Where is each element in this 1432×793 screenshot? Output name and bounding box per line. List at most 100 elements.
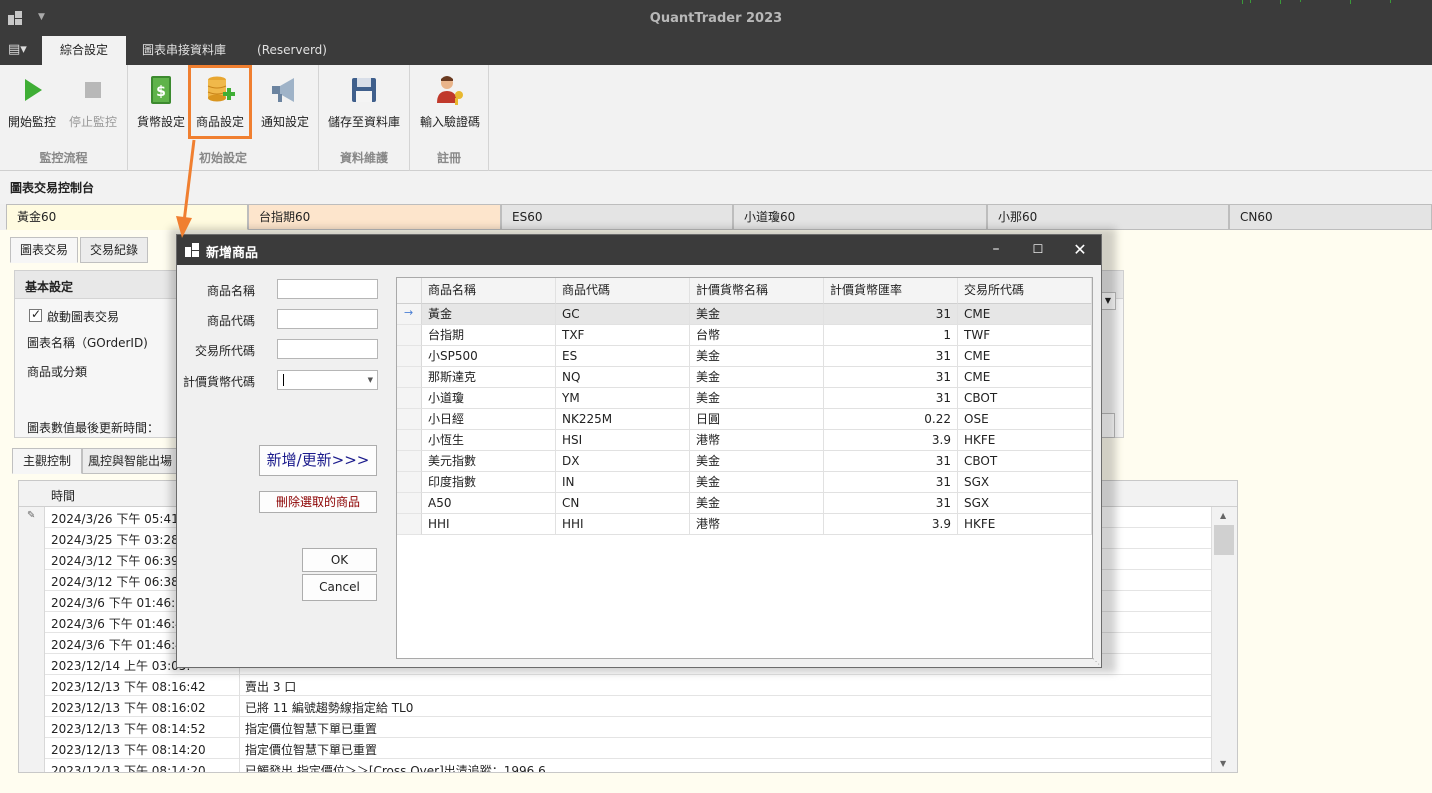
ok-button[interactable]: OK xyxy=(302,548,377,572)
product-row[interactable]: A50 CN 美金 31 SGX xyxy=(397,493,1092,514)
product-row[interactable]: 台指期 TXF 台幣 1 TWF xyxy=(397,325,1092,346)
cell-product-code[interactable]: IN xyxy=(556,472,690,493)
cell-currency-name[interactable]: 台幣 xyxy=(690,325,824,346)
chart-tab-dow[interactable]: 小道瓊60 xyxy=(733,204,987,230)
log-row[interactable]: 2023/12/13 下午 08:16:02 已將 11 編號趨勢線指定給 TL0 xyxy=(19,696,1211,717)
subtab-risk-control[interactable]: 風控與智能出場 xyxy=(82,448,178,474)
scroll-thumb[interactable] xyxy=(1214,525,1234,555)
resize-grip-icon[interactable]: ⋱ xyxy=(1092,657,1100,666)
cell-exchange-code[interactable]: OSE xyxy=(958,409,1092,430)
cell-product-name[interactable]: HHI xyxy=(422,514,556,535)
maximize-icon[interactable]: ☐ xyxy=(1017,235,1059,265)
chart-tab-cn[interactable]: CN60 xyxy=(1229,204,1432,230)
cell-currency-name[interactable]: 美金 xyxy=(690,388,824,409)
cell-product-name[interactable]: 小道瓊 xyxy=(422,388,556,409)
cell-exchange-rate[interactable]: 3.9 xyxy=(824,430,958,451)
product-row[interactable]: 小道瓊 YM 美金 31 CBOT xyxy=(397,388,1092,409)
cell-product-code[interactable]: DX xyxy=(556,451,690,472)
cell-exchange-rate[interactable]: 31 xyxy=(824,346,958,367)
enter-verification-code-button[interactable]: 輸入驗證碼 xyxy=(414,65,486,137)
col-header-exchange-code[interactable]: 交易所代碼 xyxy=(958,278,1092,304)
cell-exchange-rate[interactable]: 0.22 xyxy=(824,409,958,430)
tab-general-settings[interactable]: 綜合設定 xyxy=(42,36,126,65)
save-to-database-button[interactable]: 儲存至資料庫 xyxy=(323,65,405,137)
log-row[interactable]: 2023/12/13 下午 08:14:20 指定價位智慧下單已重置 xyxy=(19,738,1211,759)
cell-product-code[interactable]: GC xyxy=(556,304,690,325)
chart-tab-nasdaq[interactable]: 小那60 xyxy=(987,204,1229,230)
subtab-manual-control[interactable]: 主觀控制 xyxy=(12,448,82,474)
chart-tab-taiex[interactable]: 台指期60 xyxy=(248,204,501,230)
cell-product-name[interactable]: 黃金 xyxy=(422,304,556,325)
product-row[interactable]: 那斯達克 NQ 美金 31 CME xyxy=(397,367,1092,388)
cell-product-code[interactable]: YM xyxy=(556,388,690,409)
cell-product-code[interactable]: NQ xyxy=(556,367,690,388)
cell-exchange-code[interactable]: CBOT xyxy=(958,388,1092,409)
product-row[interactable]: 小恆生 HSI 港幣 3.9 HKFE xyxy=(397,430,1092,451)
cell-currency-name[interactable]: 港幣 xyxy=(690,514,824,535)
cell-exchange-code[interactable]: CME xyxy=(958,346,1092,367)
cell-product-name[interactable]: 那斯達克 xyxy=(422,367,556,388)
minimize-icon[interactable]: – xyxy=(975,235,1017,265)
start-monitor-button[interactable]: 開始監控 xyxy=(4,65,60,137)
chart-tab-es[interactable]: ES60 xyxy=(501,204,733,230)
stop-monitor-button[interactable]: 停止監控 xyxy=(64,65,122,137)
subtab-chart-trading[interactable]: 圖表交易 xyxy=(10,237,78,263)
chevron-down-icon[interactable]: ▼ xyxy=(368,376,373,384)
cell-currency-name[interactable]: 港幣 xyxy=(690,430,824,451)
cell-product-name[interactable]: 小恆生 xyxy=(422,430,556,451)
scroll-up-icon[interactable]: ▲ xyxy=(1220,511,1226,520)
cell-exchange-code[interactable]: HKFE xyxy=(958,430,1092,451)
cell-currency-name[interactable]: 日圓 xyxy=(690,409,824,430)
cell-exchange-rate[interactable]: 31 xyxy=(824,388,958,409)
tab-reserved[interactable]: (Reserverd) xyxy=(248,36,336,65)
product-row[interactable]: → 黃金 GC 美金 31 CME xyxy=(397,304,1092,325)
product-settings-button[interactable]: 商品設定 xyxy=(188,65,252,139)
cell-product-name[interactable]: 印度指數 xyxy=(422,472,556,493)
product-row[interactable]: HHI HHI 港幣 3.9 HKFE xyxy=(397,514,1092,535)
col-header-exchange-rate[interactable]: 計價貨幣匯率 xyxy=(824,278,958,304)
log-scrollbar[interactable]: ▲ ▼ xyxy=(1211,507,1237,772)
cell-exchange-rate[interactable]: 31 xyxy=(824,493,958,514)
notification-settings-button[interactable]: 通知設定 xyxy=(256,65,314,137)
exchange-code-input[interactable] xyxy=(277,339,378,359)
add-update-button[interactable]: 新增/更新>>> xyxy=(259,445,377,476)
cell-currency-name[interactable]: 美金 xyxy=(690,304,824,325)
chart-tab-gold[interactable]: 黃金60 xyxy=(6,204,248,230)
tab-chart-database[interactable]: 圖表串接資料庫 xyxy=(130,36,238,65)
cell-currency-name[interactable]: 美金 xyxy=(690,472,824,493)
currency-code-select[interactable]: ▼ xyxy=(277,370,378,390)
close-icon[interactable]: ✕ xyxy=(1059,235,1101,265)
product-row[interactable]: 印度指數 IN 美金 31 SGX xyxy=(397,472,1092,493)
cell-exchange-rate[interactable]: 31 xyxy=(824,304,958,325)
cell-currency-name[interactable]: 美金 xyxy=(690,451,824,472)
cell-product-code[interactable]: TXF xyxy=(556,325,690,346)
product-row[interactable]: 小SP500 ES 美金 31 CME xyxy=(397,346,1092,367)
product-name-input[interactable] xyxy=(277,279,378,299)
cell-currency-name[interactable]: 美金 xyxy=(690,493,824,514)
cell-product-code[interactable]: HSI xyxy=(556,430,690,451)
cell-product-name[interactable]: A50 xyxy=(422,493,556,514)
delete-selected-button[interactable]: 刪除選取的商品 xyxy=(259,491,377,513)
log-row[interactable]: 2023/12/13 下午 08:16:42 賣出 3 口 xyxy=(19,675,1211,696)
col-header-product-name[interactable]: 商品名稱 xyxy=(422,278,556,304)
cell-exchange-code[interactable]: HKFE xyxy=(958,514,1092,535)
cell-product-name[interactable]: 小SP500 xyxy=(422,346,556,367)
col-header-product-code[interactable]: 商品代碼 xyxy=(556,278,690,304)
app-menu-icon[interactable]: ▤▾ xyxy=(8,42,27,57)
cell-exchange-rate[interactable]: 1 xyxy=(824,325,958,346)
cell-exchange-rate[interactable]: 31 xyxy=(824,472,958,493)
cell-currency-name[interactable]: 美金 xyxy=(690,346,824,367)
cell-product-code[interactable]: CN xyxy=(556,493,690,514)
cell-product-name[interactable]: 台指期 xyxy=(422,325,556,346)
time-column-header[interactable]: 時間 xyxy=(51,487,75,504)
cell-exchange-code[interactable]: CME xyxy=(958,367,1092,388)
cell-exchange-rate[interactable]: 3.9 xyxy=(824,514,958,535)
cell-exchange-code[interactable]: CBOT xyxy=(958,451,1092,472)
product-code-input[interactable] xyxy=(277,309,378,329)
product-row[interactable]: 小日經 NK225M 日圓 0.22 OSE xyxy=(397,409,1092,430)
cell-exchange-rate[interactable]: 31 xyxy=(824,367,958,388)
cell-product-code[interactable]: ES xyxy=(556,346,690,367)
subtab-trade-log[interactable]: 交易紀錄 xyxy=(80,237,148,263)
log-row[interactable]: 2023/12/13 下午 08:14:52 指定價位智慧下單已重置 xyxy=(19,717,1211,738)
cell-currency-name[interactable]: 美金 xyxy=(690,367,824,388)
